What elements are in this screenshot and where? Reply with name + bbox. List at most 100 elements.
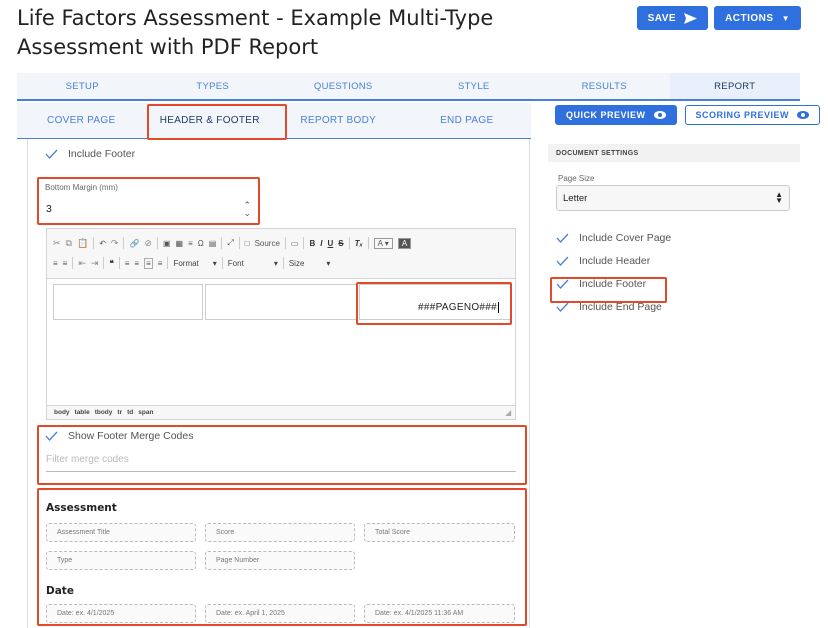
editor-content[interactable]: ###PAGENO### [47, 279, 515, 405]
document-options: Include Cover Page Include Header Includ… [556, 232, 671, 313]
table-cell[interactable] [53, 284, 203, 320]
path-item[interactable]: body [54, 409, 70, 416]
underline-icon[interactable]: U [328, 239, 334, 248]
merge-code-chip[interactable]: Date: ex. April 1, 2025 [205, 604, 355, 623]
caret-down-icon: ▼ [781, 13, 790, 23]
path-item[interactable]: tr [117, 409, 122, 416]
footer-rich-text-editor: ✂ ⧉ 📋 ↶ ↷ 🔗 ⊘ ▣ ▦ ≡ Ω ▤ ⤢ □ Source ▭ B I [46, 228, 516, 420]
paste-icon[interactable]: 📋 [77, 238, 88, 249]
select-arrows-icon: ▲ ▼ [775, 190, 783, 205]
preview-buttons: QUICK PREVIEW SCORING PREVIEW [555, 105, 821, 125]
merge-code-chip[interactable]: Total Score [364, 523, 515, 542]
size-dropdown[interactable]: Size ▾ [289, 259, 331, 268]
option-label: Include End Page [579, 301, 662, 313]
option-label: Include Footer [579, 278, 647, 290]
path-item[interactable]: tbody [95, 409, 113, 416]
tab-report[interactable]: REPORT [669, 73, 800, 99]
show-merge-codes-checkbox[interactable]: Show Footer Merge Codes [45, 430, 193, 442]
format-dropdown[interactable]: Format ▾ [173, 259, 216, 268]
text-color-icon[interactable]: A ▾ [373, 237, 393, 249]
actions-button[interactable]: ACTIONS ▼ [714, 6, 801, 30]
link-icon[interactable]: 🔗 [129, 239, 139, 248]
resize-handle-icon[interactable]: ◢ [506, 409, 511, 417]
tab-header-footer[interactable]: HEADER & FOOTER [146, 103, 275, 138]
stepper-icon[interactable]: ⌃ ⌄ [243, 201, 251, 218]
merge-group-title: Assessment [46, 502, 117, 514]
align-center-icon[interactable]: ≡ [134, 259, 139, 268]
bottom-margin-field[interactable]: Bottom Margin (mm) 3 ⌃ ⌄ [37, 177, 260, 225]
blockquote-icon[interactable]: ❝ [109, 259, 113, 268]
caret-down-icon: ▾ [212, 258, 217, 268]
font-dropdown[interactable]: Font ▾ [228, 259, 278, 268]
tab-setup[interactable]: SETUP [17, 73, 148, 99]
include-cover-page-checkbox[interactable]: Include Cover Page [556, 232, 671, 244]
image-icon[interactable]: ▤ [209, 239, 217, 248]
unlink-icon[interactable]: ⊘ [144, 238, 152, 249]
caret-down-icon: ▾ [326, 258, 331, 268]
merge-code-chip[interactable]: Assessment Title [46, 523, 196, 542]
merge-code-chip[interactable]: Page Number [205, 551, 355, 570]
merge-code-chip[interactable]: Date: ex. 4/1/2025 [46, 604, 196, 623]
option-label: Include Header [579, 255, 651, 267]
page-size-value: Letter [563, 192, 588, 204]
align-right-icon[interactable]: ≡ [144, 257, 153, 269]
path-item[interactable]: td [127, 409, 133, 416]
tab-types[interactable]: TYPES [148, 73, 279, 99]
path-item[interactable]: table [75, 409, 90, 416]
strikethrough-icon[interactable]: S [338, 239, 343, 248]
tab-end-page[interactable]: END PAGE [403, 103, 532, 138]
page-size-select[interactable]: Letter ▲ ▼ [556, 185, 790, 211]
merge-code-chip[interactable]: Score [205, 523, 355, 542]
page-number-merge-code: ###PAGENO### [417, 302, 499, 313]
horizontal-line-icon[interactable]: ≡ [188, 239, 193, 248]
filter-merge-codes-input[interactable]: Filter merge codes [46, 452, 516, 472]
source-icon[interactable]: □ [245, 239, 250, 248]
path-item[interactable]: span [138, 409, 153, 416]
save-label: SAVE [647, 12, 677, 24]
tab-report-body[interactable]: REPORT BODY [274, 103, 403, 138]
bottom-margin-label: Bottom Margin (mm) [45, 183, 118, 192]
numbered-list-icon[interactable]: ≡ [53, 259, 58, 268]
tab-cover-page[interactable]: COVER PAGE [17, 103, 146, 138]
image-block-icon[interactable]: ▣ [163, 239, 171, 248]
italic-icon[interactable]: I [320, 239, 322, 248]
indent-icon[interactable]: ⇥ [91, 258, 99, 269]
bulleted-list-icon[interactable]: ≡ [63, 259, 68, 268]
outdent-icon[interactable]: ⇤ [78, 258, 86, 269]
background-color-icon[interactable]: A [397, 237, 412, 249]
align-justify-icon[interactable]: ≡ [158, 259, 163, 268]
tab-style[interactable]: STYLE [409, 73, 540, 99]
cut-icon[interactable]: ✂ [53, 238, 61, 249]
tab-questions[interactable]: QUESTIONS [278, 73, 409, 99]
redo-icon[interactable]: ↷ [111, 238, 119, 249]
save-button[interactable]: SAVE [636, 6, 709, 30]
table-icon[interactable]: ▦ [176, 239, 184, 248]
remove-format-icon[interactable]: Tₓ [355, 239, 363, 248]
table-cell[interactable]: ###PAGENO### [359, 284, 511, 320]
tab-results[interactable]: RESULTS [539, 73, 670, 99]
eye-icon [653, 111, 666, 119]
include-footer-checkbox[interactable]: Include Footer [45, 148, 135, 160]
checkmark-icon [556, 302, 569, 312]
element-path-bar: body table tbody tr td span ◢ [47, 405, 515, 419]
quick-preview-button[interactable]: QUICK PREVIEW [555, 105, 677, 125]
caret-down-icon: ▾ [273, 258, 278, 268]
include-end-page-checkbox[interactable]: Include End Page [556, 301, 671, 313]
form-field-icon[interactable]: ▭ [291, 239, 299, 248]
copy-icon[interactable]: ⧉ [66, 238, 72, 249]
align-left-icon[interactable]: ≡ [125, 259, 130, 268]
omega-icon[interactable]: Ω [198, 239, 204, 248]
scoring-preview-button[interactable]: SCORING PREVIEW [684, 105, 821, 125]
bold-icon[interactable]: B [309, 239, 315, 248]
merge-code-chip[interactable]: Date: ex. 4/1/2025 11:36 AM [364, 604, 515, 623]
source-button[interactable]: Source [255, 239, 280, 248]
main-tabs: SETUP TYPES QUESTIONS STYLE RESULTS REPO… [17, 73, 800, 101]
include-header-checkbox[interactable]: Include Header [556, 255, 671, 267]
size-label: Size [288, 258, 305, 268]
merge-code-chip[interactable]: Type [46, 551, 196, 570]
maximize-icon[interactable]: ⤢ [227, 238, 233, 248]
include-footer-option-checkbox[interactable]: Include Footer [556, 278, 671, 290]
undo-icon[interactable]: ↶ [99, 239, 106, 248]
table-cell[interactable] [205, 284, 357, 320]
checkmark-icon [45, 149, 58, 159]
